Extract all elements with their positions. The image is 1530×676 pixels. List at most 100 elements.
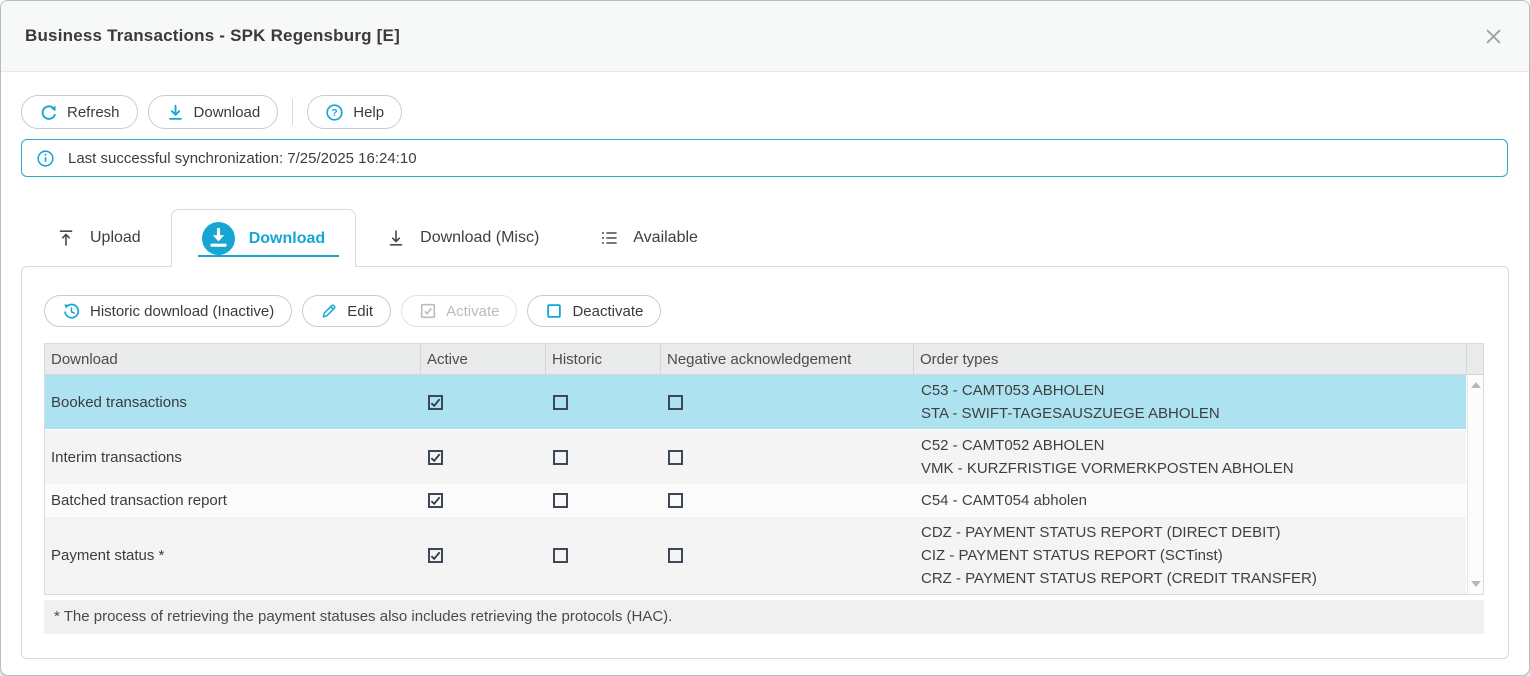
order-types: CDZ - PAYMENT STATUS REPORT (DIRECT DEBI…	[914, 517, 1466, 594]
footnote: * The process of retrieving the payment …	[44, 600, 1484, 634]
download-button[interactable]: Download	[148, 95, 279, 129]
edit-button[interactable]: Edit	[302, 295, 391, 327]
tab-upload[interactable]: Upload	[26, 209, 171, 267]
action-buttons: Historic download (Inactive) Edit Activa…	[44, 295, 1482, 327]
order-type-line: CIZ - PAYMENT STATUS REPORT (SCTinst)	[921, 544, 1466, 567]
download-circle-icon	[202, 222, 235, 255]
close-icon[interactable]	[1486, 29, 1501, 44]
download-name: Payment status *	[45, 517, 421, 594]
dialog-title: Business Transactions - SPK Regensburg […	[25, 26, 400, 46]
scroll-up-icon[interactable]	[1471, 382, 1481, 388]
column-header-scroll-spacer	[1467, 344, 1483, 374]
negative-acknowledgement-cell	[661, 485, 914, 516]
active-cell	[421, 517, 546, 594]
table-row[interactable]: Batched transaction report C54 - CAMT054 …	[45, 485, 1466, 517]
download-label: Download	[194, 104, 261, 121]
tab-available[interactable]: Available	[569, 209, 728, 267]
refresh-icon	[39, 103, 58, 122]
svg-text:?: ?	[332, 107, 338, 118]
negative-acknowledgement-cell	[661, 375, 914, 429]
table-scrollbar[interactable]	[1467, 375, 1483, 594]
tab-download-misc[interactable]: Download (Misc)	[356, 209, 569, 267]
negative-acknowledgement-checkbox[interactable]	[668, 548, 683, 563]
order-type-line: CDZ - PAYMENT STATUS REPORT (DIRECT DEBI…	[921, 521, 1466, 544]
order-types: C54 - CAMT054 abholen	[914, 485, 1466, 516]
dialog-titlebar: Business Transactions - SPK Regensburg […	[1, 1, 1529, 72]
tab-download-misc-label: Download (Misc)	[420, 229, 539, 247]
order-type-line: STA - SWIFT-TAGESAUSZUEGE ABHOLEN	[921, 402, 1466, 425]
active-cell	[421, 375, 546, 429]
download-tab-panel: Historic download (Inactive) Edit Activa…	[21, 266, 1509, 659]
active-checkbox[interactable]	[428, 450, 443, 465]
toolbar: Refresh Download ? Help	[21, 95, 1509, 129]
table-row[interactable]: Booked transactions C53 - CAMT053 ABHOLEN…	[45, 375, 1466, 430]
table-row[interactable]: Payment status * CDZ - PAYMENT STATUS REP…	[45, 517, 1466, 594]
help-button[interactable]: ? Help	[307, 95, 402, 129]
refresh-label: Refresh	[67, 104, 120, 121]
sync-info-bar: Last successful synchronization: 7/25/20…	[21, 139, 1508, 177]
historic-cell	[546, 375, 661, 429]
negative-acknowledgement-checkbox[interactable]	[668, 493, 683, 508]
refresh-button[interactable]: Refresh	[21, 95, 138, 129]
download-icon	[166, 103, 185, 122]
historic-cell	[546, 430, 661, 484]
order-type-line: C53 - CAMT053 ABHOLEN	[921, 379, 1466, 402]
column-header-order-types: Order types	[914, 344, 1467, 374]
negative-acknowledgement-checkbox[interactable]	[668, 395, 683, 410]
download-misc-icon	[386, 228, 406, 248]
list-icon	[599, 228, 619, 248]
active-cell	[421, 485, 546, 516]
business-transactions-dialog: Business Transactions - SPK Regensburg […	[0, 0, 1530, 676]
pencil-icon	[320, 302, 338, 320]
empty-checkbox-icon	[545, 302, 563, 320]
negative-acknowledgement-checkbox[interactable]	[668, 450, 683, 465]
column-header-download: Download	[45, 344, 421, 374]
active-checkbox[interactable]	[428, 493, 443, 508]
table-row[interactable]: Interim transactions C52 - CAMT052 ABHOLE…	[45, 430, 1466, 485]
historic-cell	[546, 485, 661, 516]
order-type-line: C52 - CAMT052 ABHOLEN	[921, 434, 1466, 457]
active-cell	[421, 430, 546, 484]
download-name: Batched transaction report	[45, 485, 421, 516]
order-types: C53 - CAMT053 ABHOLENSTA - SWIFT-TAGESAU…	[914, 375, 1466, 429]
table-body: Booked transactions C53 - CAMT053 ABHOLEN…	[45, 375, 1483, 594]
historic-download-label: Historic download (Inactive)	[90, 303, 274, 320]
historic-cell	[546, 517, 661, 594]
active-checkbox[interactable]	[428, 548, 443, 563]
active-checkbox[interactable]	[428, 395, 443, 410]
historic-checkbox[interactable]	[553, 493, 568, 508]
historic-download-button[interactable]: Historic download (Inactive)	[44, 295, 292, 327]
negative-acknowledgement-cell	[661, 430, 914, 484]
activate-label: Activate	[446, 303, 499, 320]
table-header: Download Active Historic Negative acknow…	[45, 344, 1483, 375]
column-header-historic: Historic	[546, 344, 661, 374]
sync-info-text: Last successful synchronization: 7/25/20…	[68, 150, 417, 167]
historic-checkbox[interactable]	[553, 395, 568, 410]
downloads-table: Download Active Historic Negative acknow…	[44, 343, 1484, 595]
activate-button: Activate	[401, 295, 517, 327]
historic-checkbox[interactable]	[553, 450, 568, 465]
tab-download[interactable]: Download	[171, 209, 356, 267]
help-label: Help	[353, 104, 384, 121]
help-icon: ?	[325, 103, 344, 122]
tab-available-label: Available	[633, 229, 698, 247]
edit-label: Edit	[347, 303, 373, 320]
tab-download-label: Download	[249, 230, 325, 248]
checked-checkbox-icon	[419, 302, 437, 320]
history-icon	[62, 302, 81, 321]
scroll-down-icon[interactable]	[1471, 581, 1481, 587]
order-type-line: C54 - CAMT054 abholen	[921, 489, 1466, 512]
historic-checkbox[interactable]	[553, 548, 568, 563]
upload-icon	[56, 228, 76, 248]
tab-bar: Upload Download Download (Misc) Availabl…	[21, 209, 1509, 267]
order-type-line: CRZ - PAYMENT STATUS REPORT (CREDIT TRAN…	[921, 567, 1466, 590]
tab-upload-label: Upload	[90, 229, 141, 247]
info-icon	[36, 149, 55, 168]
deactivate-button[interactable]: Deactivate	[527, 295, 661, 327]
toolbar-divider	[292, 99, 293, 125]
order-types: C52 - CAMT052 ABHOLENVMK - KURZFRISTIGE …	[914, 430, 1466, 484]
download-name: Interim transactions	[45, 430, 421, 484]
deactivate-label: Deactivate	[572, 303, 643, 320]
download-name: Booked transactions	[45, 375, 421, 429]
column-header-active: Active	[421, 344, 546, 374]
